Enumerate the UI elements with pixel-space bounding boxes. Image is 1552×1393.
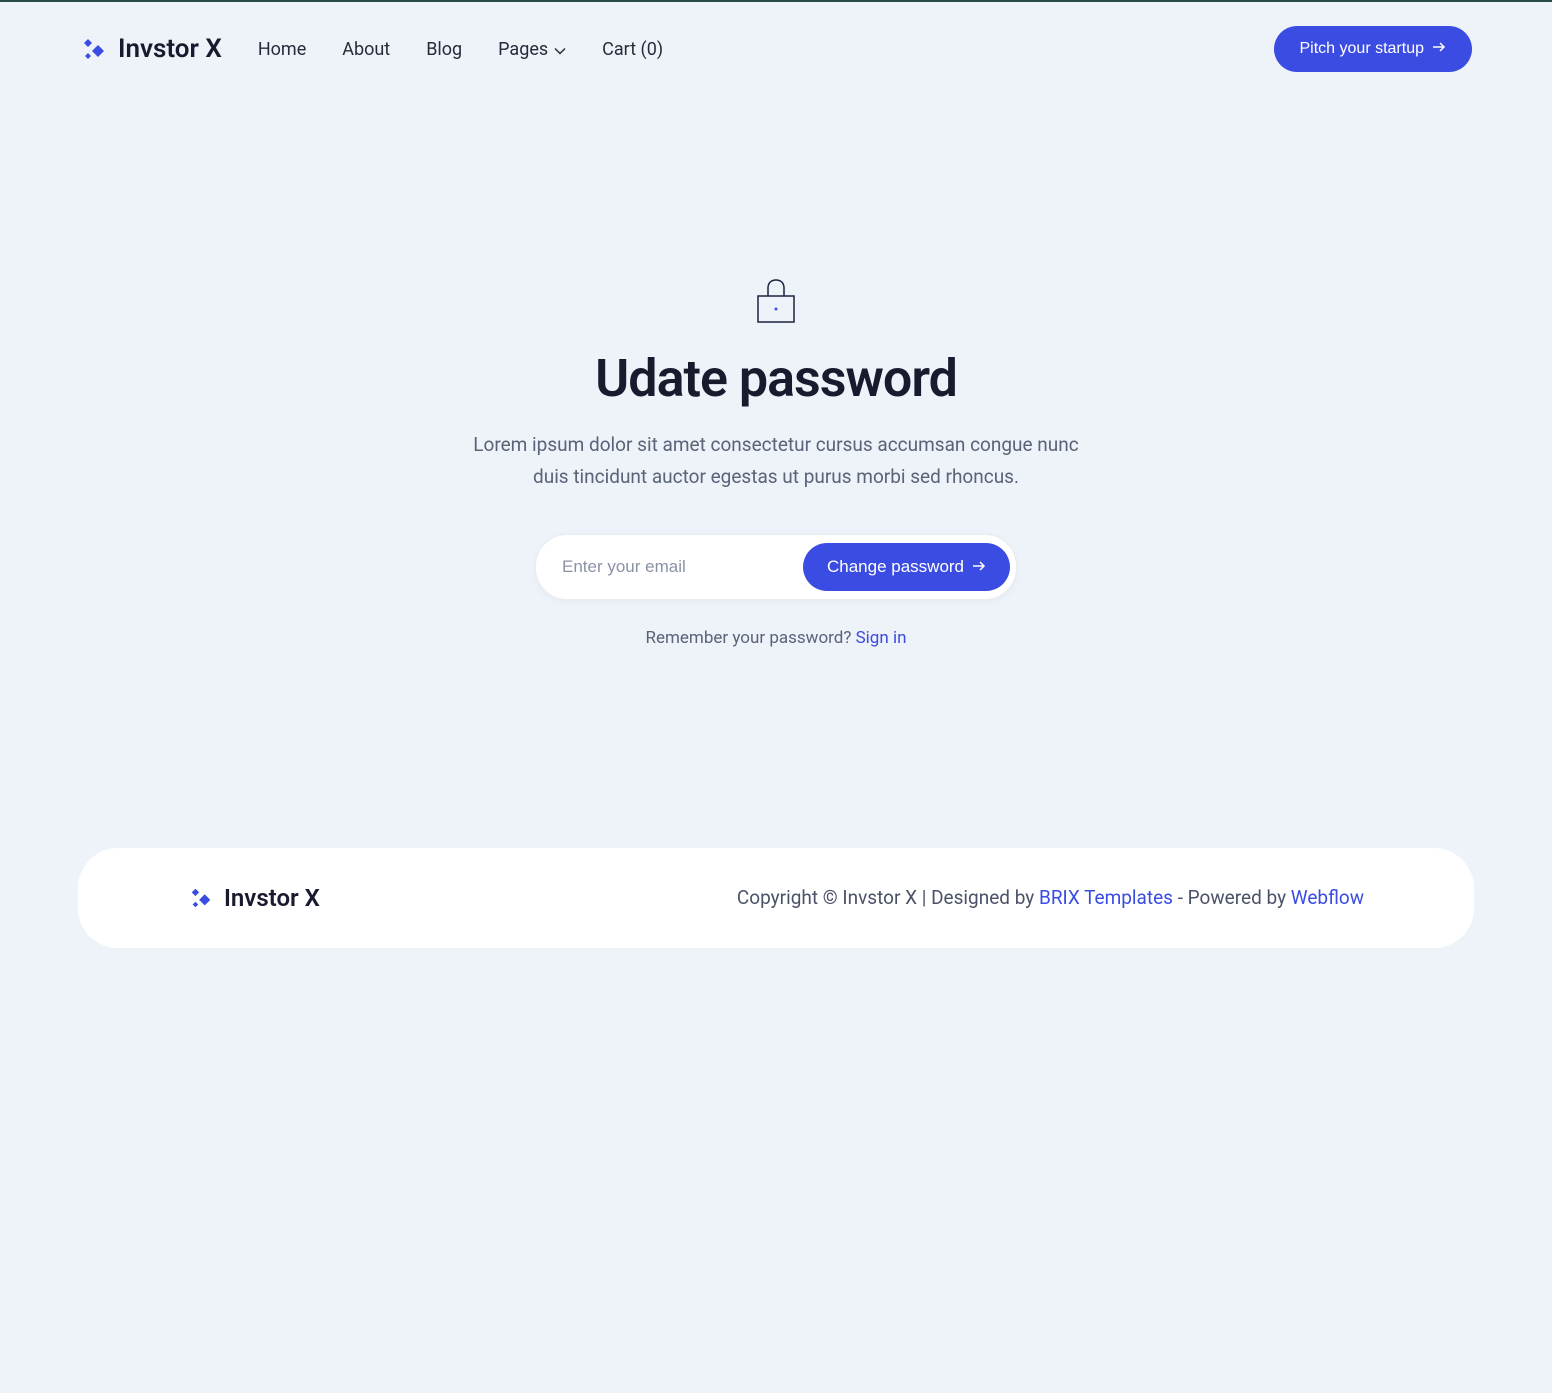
footer-copyright: Copyright © Invstor X | Designed by BRIX… (737, 886, 1364, 909)
nav: Home About Blog Pages Cart (0) (258, 39, 663, 60)
header: Invstor X Home About Blog Pages Cart (0)… (0, 2, 1552, 96)
logo-icon (188, 885, 214, 911)
email-input[interactable] (542, 541, 803, 593)
page-subtitle: Lorem ipsum dolor sit amet consectetur c… (466, 429, 1086, 494)
chevron-down-icon (554, 39, 566, 60)
footer-logo[interactable]: Invstor X (188, 884, 320, 912)
pitch-startup-button[interactable]: Pitch your startup (1274, 26, 1473, 72)
copyright-prefix: Copyright © Invstor X | Designed by (737, 886, 1039, 909)
lock-icon (754, 276, 798, 328)
nav-pages-label: Pages (498, 39, 548, 60)
nav-blog[interactable]: Blog (426, 39, 462, 60)
pitch-button-label: Pitch your startup (1300, 40, 1425, 58)
change-password-button[interactable]: Change password (803, 543, 1010, 591)
main-content: Udate password Lorem ipsum dolor sit ame… (0, 96, 1552, 848)
header-left: Invstor X Home About Blog Pages Cart (0) (80, 34, 663, 64)
powered-text: - Powered by (1173, 886, 1291, 909)
logo-icon (80, 35, 108, 63)
remember-text: Remember your password? Sign in (646, 628, 907, 648)
signin-link[interactable]: Sign in (856, 628, 907, 648)
footer-logo-text: Invstor X (224, 884, 320, 912)
password-form: Change password (535, 534, 1017, 600)
remember-label: Remember your password? (646, 628, 856, 648)
brix-link[interactable]: BRIX Templates (1039, 886, 1173, 909)
nav-cart[interactable]: Cart (0) (602, 39, 663, 60)
nav-pages[interactable]: Pages (498, 39, 566, 60)
footer: Invstor X Copyright © Invstor X | Design… (78, 848, 1474, 948)
page-title: Udate password (595, 348, 957, 409)
webflow-link[interactable]: Webflow (1291, 886, 1364, 909)
nav-about[interactable]: About (342, 39, 390, 60)
change-button-label: Change password (827, 557, 964, 577)
arrow-right-icon (972, 557, 986, 577)
logo-text: Invstor X (118, 34, 222, 64)
nav-home[interactable]: Home (258, 39, 306, 60)
arrow-right-icon (1432, 40, 1446, 58)
logo[interactable]: Invstor X (80, 34, 222, 64)
